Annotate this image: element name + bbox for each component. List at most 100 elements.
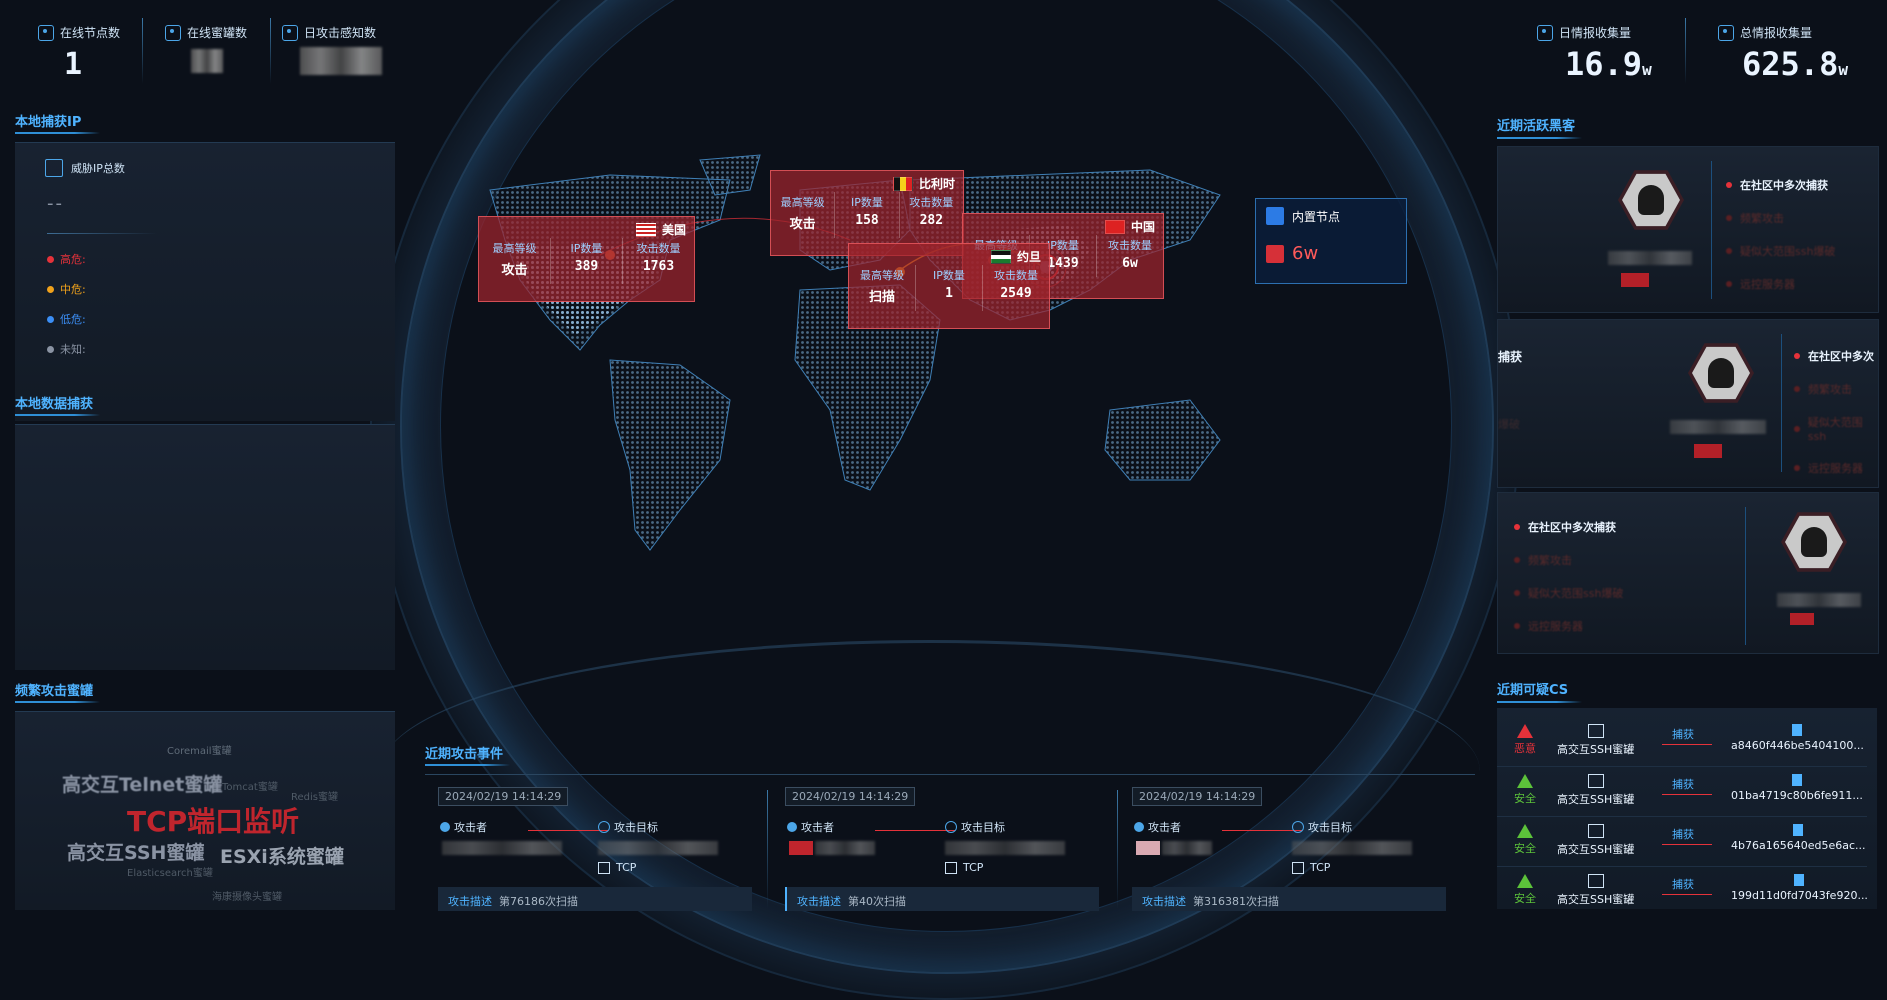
hash-cell: 01ba4719c80b6fe911... [1731, 774, 1863, 802]
tag-list: 在社区中多次捕获 频繁攻击 疑似大范围ssh爆破 远控服务器 [1514, 519, 1623, 651]
blue-dot-icon [47, 315, 54, 323]
action-label: 捕获 [1672, 778, 1694, 791]
hacker-card[interactable]: 在社区中多次捕获 频繁攻击 疑似大范围ssh爆破 远控服务器 [1497, 146, 1879, 313]
cn-flag-icon [1104, 219, 1125, 234]
panel-underline [425, 764, 510, 766]
cloud-word[interactable]: 高交互SSH蜜罐 [67, 838, 204, 865]
file-icon [1792, 724, 1803, 736]
type-cell: 高交互SSH蜜罐 [1557, 874, 1634, 907]
cs-row[interactable]: 安全 高交互SSH蜜罐 捕获 4b76a165640ed5e6ac... [1497, 820, 1867, 867]
panel-underline [1497, 137, 1582, 139]
ip-label: IP数量 [570, 242, 603, 255]
attack-label: 攻击数量 [636, 242, 681, 255]
builtin-node-card[interactable]: 内置节点 6w [1255, 198, 1407, 284]
event-card[interactable]: 2024/02/19 14:14:29 攻击者 攻击目标 TCP 攻击描述 第7… [438, 785, 768, 911]
tag-item: 频繁攻击 [1726, 210, 1835, 226]
redacted-attacker [815, 841, 875, 855]
hash-cell: a8460f446be5404100... [1731, 724, 1864, 752]
country-card-jordan[interactable]: 约旦 最高等级 扫描 IP数量 1 攻击数量 2549 [848, 243, 1050, 329]
threat-ip-label: 威胁IP总数 [71, 162, 125, 175]
country-card-usa[interactable]: 美国 最高等级 攻击 IP数量 389 攻击数量 1763 [478, 216, 695, 302]
attack-label: 攻击数量 [1108, 239, 1152, 252]
cloud-word[interactable]: Tomcat蜜罐 [222, 778, 278, 793]
hacker-avatar-icon [1618, 170, 1684, 230]
ip-value: 389 [574, 259, 599, 274]
code-icon [1587, 724, 1604, 738]
cloud-word[interactable]: 海康摄像头蜜罐 [212, 888, 282, 903]
panel-title-honeypot-cloud: 频繁攻击蜜罐 [15, 684, 94, 699]
hash-cell: 4b76a165640ed5e6ac... [1731, 824, 1866, 852]
panel-title-local-data: 本地数据捕获 [15, 397, 94, 412]
event-desc: 攻击描述 第316381次扫描 [1132, 887, 1446, 911]
hacker-card[interactable]: 在社区中多次捕获 频繁攻击 疑似大范围ssh爆破 远控服务器 [1497, 492, 1879, 654]
redacted-target [1292, 841, 1412, 855]
panel-title-recent-events: 近期攻击事件 [425, 747, 504, 762]
redacted-ip [1777, 593, 1861, 607]
timeline-line [1711, 161, 1712, 299]
protocol-icon [1292, 861, 1304, 874]
ip-label: IP数量 [933, 269, 965, 282]
type-cell: 高交互SSH蜜罐 [1557, 824, 1634, 857]
tag-item: 频繁攻击 [1794, 381, 1878, 397]
panel-title-suspicious-cs: 近期可疑CS [1497, 683, 1569, 698]
tag-item: 频繁攻击 [1514, 552, 1623, 568]
event-card[interactable]: 2024/02/19 14:14:29 攻击者 攻击目标 TCP 攻击描述 第4… [785, 785, 1115, 911]
protocol: TCP [1310, 861, 1331, 874]
arrow-icon [528, 830, 608, 831]
status-cell: 安全 [1509, 774, 1541, 806]
redacted-value [300, 47, 382, 75]
cloud-word[interactable]: 高交互Telnet蜜罐 [62, 770, 222, 797]
level-label: 最高等级 [860, 269, 904, 282]
target-icon [945, 821, 957, 833]
level-label: 最高等级 [780, 196, 825, 209]
red-dot-icon [47, 255, 54, 263]
event-card[interactable]: 2024/02/19 14:14:29 攻击者 攻击目标 TCP 攻击描述 第3… [1132, 785, 1462, 911]
stat-label: 总情报收集量 [1740, 26, 1813, 40]
tag-item: 远控服务器 [1794, 460, 1878, 476]
cs-row[interactable]: 恶意 高交互SSH蜜罐 捕获 a8460f446be5404100... [1497, 720, 1867, 767]
file-icon [1793, 824, 1804, 836]
file-icon [1791, 774, 1802, 786]
country-name: 中国 [1130, 220, 1155, 234]
stat-value: 1 [64, 47, 83, 82]
intel-icon [1537, 24, 1553, 41]
redacted-value [191, 49, 223, 73]
action-label: 捕获 [1672, 728, 1694, 741]
level-value: 扫描 [868, 290, 895, 305]
level-label: 最高等级 [492, 242, 537, 255]
stat-online-nodes: 在线节点数 1 [38, 24, 120, 82]
panel-title-active-hackers: 近期活跃黑客 [1497, 119, 1576, 134]
tag-item: 疑似大范围ssh [1794, 414, 1878, 443]
type-cell: 高交互SSH蜜罐 [1557, 774, 1634, 807]
redacted-attacker [1162, 841, 1212, 855]
cloud-word[interactable]: Elasticsearch蜜罐 [127, 864, 213, 879]
hacker-card[interactable]: 捕获 爆破 在社区中多次 频繁攻击 疑似大范围ssh 远控服务器 [1497, 319, 1879, 488]
stat-label: 日情报收集量 [1559, 26, 1632, 40]
level-value: 攻击 [789, 217, 816, 232]
status-cell: 安全 [1509, 824, 1541, 856]
cloud-word[interactable]: Coremail蜜罐 [167, 742, 232, 757]
tag-list: 在社区中多次捕获 频繁攻击 疑似大范围ssh爆破 远控服务器 [1726, 177, 1835, 309]
tag-item: 在社区中多次 [1794, 348, 1878, 364]
country-name: 比利时 [918, 177, 955, 191]
honeypot-cloud-panel: Coremail蜜罐 高交互Telnet蜜罐 Tomcat蜜罐 Redis蜜罐 … [15, 711, 395, 910]
cs-row[interactable]: 安全 高交互SSH蜜罐 捕获 199d11d0fd7043fe920... [1497, 870, 1868, 909]
divider [270, 18, 271, 84]
tag-item: 远控服务器 [1726, 276, 1835, 292]
redacted-flag [1790, 613, 1814, 625]
arrow-icon [1662, 794, 1712, 795]
cloud-word[interactable]: ESXi系统蜜罐 [220, 842, 344, 869]
warning-icon [1517, 874, 1533, 888]
node-label: 内置节点 [1292, 209, 1341, 224]
stat-label: 在线节点数 [60, 26, 121, 40]
event-date: 2024/02/19 14:14:29 [1132, 787, 1263, 806]
risk-legend: 高危: 中危: 低危: 未知: [47, 251, 86, 371]
cloud-word[interactable]: TCP端口监听 [127, 800, 299, 840]
protocol: TCP [963, 861, 984, 874]
cs-row[interactable]: 安全 高交互SSH蜜罐 捕获 01ba4719c80b6fe911... [1497, 770, 1867, 817]
hash-cell: 199d11d0fd7043fe920... [1731, 874, 1868, 902]
protocol-icon [945, 861, 957, 874]
stat-unit: w [1838, 60, 1848, 79]
redacted-flag [1136, 841, 1160, 855]
australia-shape [1104, 399, 1221, 481]
